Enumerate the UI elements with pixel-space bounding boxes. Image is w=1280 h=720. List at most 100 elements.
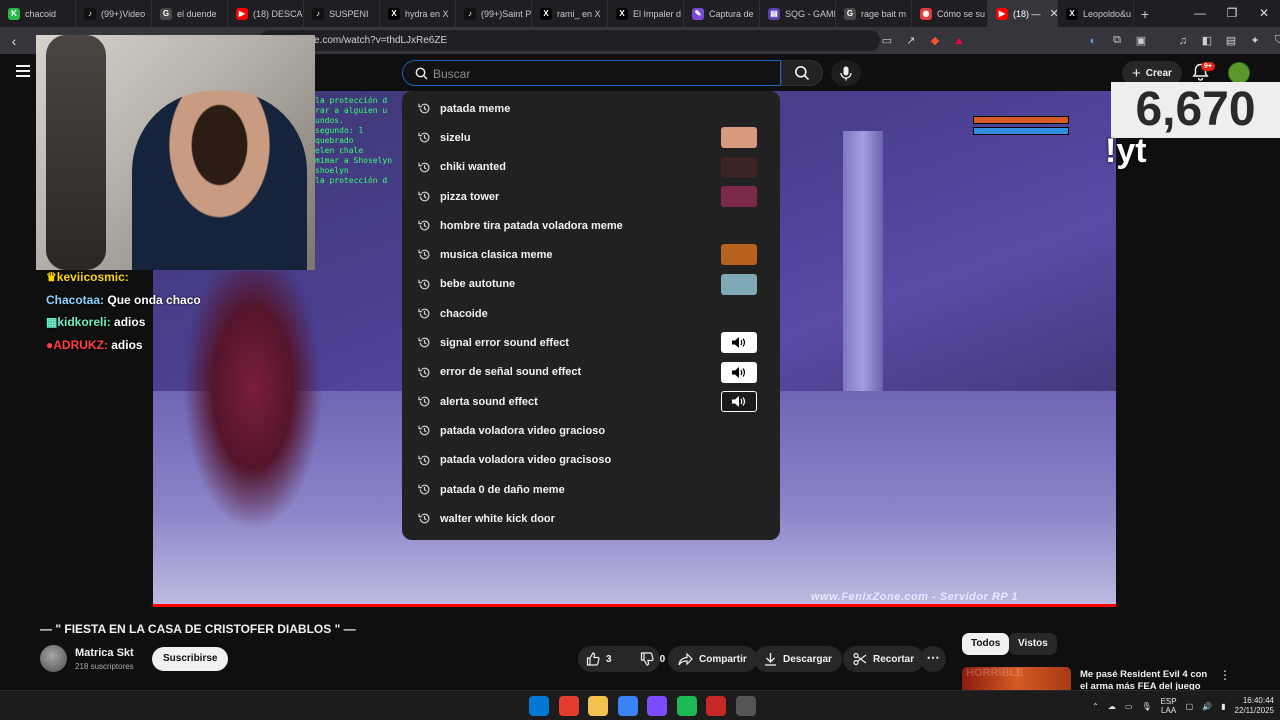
- suggestion-item[interactable]: chiki wanted: [402, 153, 780, 182]
- game-chat-line: rar a alguien u: [315, 106, 388, 115]
- more-actions-button[interactable]: ⋯: [920, 646, 946, 672]
- url-field[interactable]: e.com/watch?v=thdLJxRe6ZE: [260, 30, 880, 51]
- browser-tab[interactable]: X El Impaler d: [608, 0, 684, 27]
- suggestion-item[interactable]: walter white kick door: [402, 504, 780, 533]
- download-label: Descargar: [783, 653, 832, 665]
- close-window-button[interactable]: ✕: [1248, 0, 1280, 27]
- account-avatar[interactable]: [1228, 62, 1250, 84]
- cloud-icon[interactable]: ☁: [1108, 702, 1116, 711]
- browser-tab[interactable]: Xrami_ en X: [532, 0, 608, 27]
- vpn-icon[interactable]: ⛉: [1272, 34, 1280, 48]
- browser-tab[interactable]: ✎ Captura de: [684, 0, 760, 27]
- clock[interactable]: 16:40:44 22/11/2025: [1235, 696, 1274, 716]
- chevron-up-icon[interactable]: ⌃: [1092, 702, 1099, 711]
- display-icon[interactable]: ▢: [1186, 702, 1194, 711]
- suggestion-thumbnail: [721, 156, 757, 178]
- browser-tab[interactable]: ◉ Cómo se su: [912, 0, 988, 27]
- channel-name[interactable]: Matrica Skt: [75, 647, 134, 659]
- suggestion-item[interactable]: patada meme: [402, 94, 780, 123]
- browser-tab[interactable]: ▶ (18) — ✕: [988, 0, 1058, 27]
- browser-tab[interactable]: Kchacoid: [0, 0, 76, 27]
- taskbar-app-icon[interactable]: [558, 696, 579, 716]
- taskbar-app-icon[interactable]: [735, 696, 756, 716]
- suggestion-item[interactable]: patada 0 de daño meme: [402, 475, 780, 504]
- suggestion-text: signal error sound effect: [440, 337, 569, 350]
- voice-search-button[interactable]: [831, 60, 861, 86]
- channel-avatar[interactable]: [40, 645, 67, 672]
- brave-shield-icon[interactable]: ◆: [928, 34, 942, 48]
- cast-icon[interactable]: ▭: [880, 34, 894, 48]
- share-icon[interactable]: ↗: [904, 34, 918, 48]
- tab-title: el duende: [177, 8, 217, 19]
- battery-icon[interactable]: ▮: [1221, 702, 1225, 711]
- taskbar-app-icon[interactable]: [617, 696, 638, 716]
- minimize-button[interactable]: —: [1184, 0, 1216, 27]
- download-button[interactable]: Descargar: [754, 646, 842, 672]
- restore-button[interactable]: ❐: [1216, 0, 1248, 27]
- speaker-tray-icon[interactable]: 🔊: [1202, 702, 1212, 711]
- music-icon[interactable]: ♫: [1176, 34, 1190, 48]
- keyboard-layout: LAA: [1161, 706, 1177, 715]
- sidebar-icon[interactable]: ◧: [1200, 34, 1214, 48]
- clip-button[interactable]: Recortar: [843, 646, 925, 672]
- chip-watched[interactable]: Vistos: [1009, 633, 1057, 655]
- suggestion-item[interactable]: sizelu: [402, 123, 780, 152]
- taskbar-app-icon[interactable]: [647, 696, 667, 716]
- browser-tab[interactable]: Xhydra en X: [380, 0, 456, 27]
- search-input[interactable]: [433, 65, 763, 82]
- search-button[interactable]: [781, 60, 823, 86]
- tab-search-icon[interactable]: ▣: [1134, 34, 1148, 48]
- browser-tab[interactable]: ♪ (99+)Video: [76, 0, 152, 27]
- new-tab-button[interactable]: +: [1134, 6, 1156, 22]
- browser-tab[interactable]: ♪ SUSPENI: [304, 0, 380, 27]
- rewards-icon[interactable]: ▲: [952, 34, 966, 48]
- browser-tab[interactable]: ▤ SQG - GAMI: [760, 0, 836, 27]
- video-progress-bar[interactable]: [153, 604, 1116, 607]
- wallet-icon[interactable]: ▤: [1224, 34, 1238, 48]
- subscribe-button[interactable]: Suscribirse: [152, 647, 229, 671]
- video-progress-fill: [153, 604, 1116, 607]
- translate-icon[interactable]: ◐: [1086, 34, 1100, 48]
- suggestion-item[interactable]: pizza tower: [402, 182, 780, 211]
- share-button[interactable]: Compartir: [668, 646, 757, 672]
- back-arrow-icon[interactable]: ‹: [0, 33, 28, 49]
- browser-tab[interactable]: ▶ (18) DESCA: [228, 0, 304, 27]
- suggestion-item[interactable]: musica clasica meme: [402, 240, 780, 269]
- microphone-tray-icon[interactable]: 🎙: [1141, 702, 1151, 711]
- recommended-thumbnail[interactable]: HORRIBLE: [962, 667, 1071, 691]
- browser-tab[interactable]: X Leopoldo&u: [1058, 0, 1134, 27]
- like-button[interactable]: 3: [578, 646, 620, 672]
- taskbar-app-icon[interactable]: [706, 696, 726, 716]
- browser-tab[interactable]: Gel duende: [152, 0, 228, 27]
- notification-badge: 9+: [1201, 62, 1215, 71]
- suggestion-item[interactable]: error de señal sound effect: [402, 358, 780, 387]
- subscriber-counter: 6,670: [1111, 82, 1280, 138]
- suggestion-item[interactable]: patada voladora video gracioso: [402, 416, 780, 445]
- tab-title: SUSPENI: [329, 8, 369, 19]
- suggestion-item[interactable]: patada voladora video gracisoso: [402, 446, 780, 475]
- suggestion-item[interactable]: alerta sound effect: [402, 387, 780, 416]
- suggestion-item[interactable]: signal error sound effect: [402, 328, 780, 357]
- network-icon[interactable]: ▭: [1125, 702, 1133, 711]
- search-icon: [795, 66, 810, 81]
- language-indicator[interactable]: ESP LAA: [1161, 697, 1177, 715]
- ai-icon[interactable]: ✦: [1248, 34, 1262, 48]
- search-box[interactable]: [402, 60, 781, 86]
- start-button[interactable]: [529, 696, 549, 716]
- chip-all[interactable]: Todos: [962, 633, 1010, 655]
- dislike-button[interactable]: 0: [632, 646, 674, 672]
- browser-tab[interactable]: Grage bait m: [836, 0, 912, 27]
- hamburger-menu-icon[interactable]: [16, 65, 30, 77]
- recommended-more-icon[interactable]: ⋮: [1219, 668, 1231, 682]
- extensions-icon[interactable]: ⧉: [1110, 34, 1124, 48]
- suggestion-item[interactable]: hombre tira patada voladora meme: [402, 211, 780, 240]
- browser-tab[interactable]: ♪ (99+)Saint P: [456, 0, 532, 27]
- speaker-icon: [721, 390, 757, 412]
- tab-close-icon[interactable]: ✕: [1050, 7, 1057, 20]
- suggestion-item[interactable]: bebe autotune: [402, 270, 780, 299]
- webcam-background-figure: [46, 35, 106, 270]
- taskbar-app-icon[interactable]: [676, 696, 697, 716]
- suggestion-item[interactable]: chacoide: [402, 299, 780, 328]
- taskbar-app-icon[interactable]: [588, 696, 608, 716]
- suggestion-text: sizelu: [440, 131, 471, 144]
